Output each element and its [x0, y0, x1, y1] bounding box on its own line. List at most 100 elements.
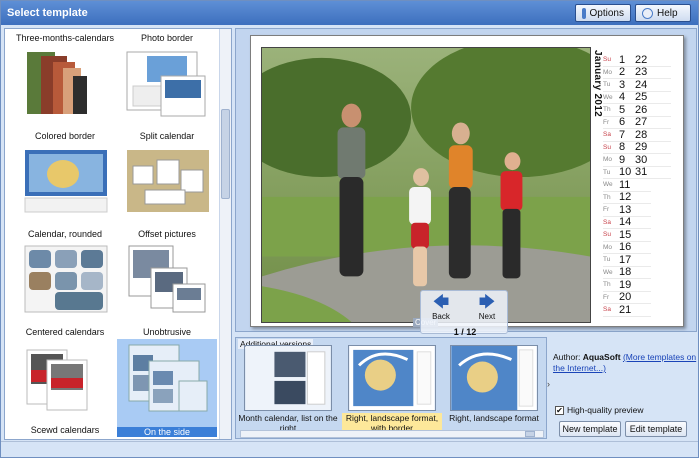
day-number: 22	[635, 53, 648, 66]
day-number: 12	[619, 191, 632, 204]
template-name: Calendar, rounded	[27, 229, 103, 239]
day-name: Tu	[603, 81, 611, 89]
template-info: Author: AquaSoft (More templates on the …	[553, 352, 697, 374]
day-name: Sa	[603, 218, 611, 226]
template-item[interactable]: Offset pictures	[117, 229, 217, 327]
help-icon	[642, 7, 653, 19]
template-thumbnail	[127, 150, 209, 212]
template-item[interactable]: Calendar, rounded	[15, 229, 115, 327]
template-item[interactable]: Photo border	[117, 33, 217, 131]
version-thumbnail	[348, 345, 436, 411]
day-name: We	[603, 93, 613, 101]
help-button[interactable]: Help	[635, 4, 691, 22]
day-name: Fr	[603, 118, 610, 126]
version-thumbnail	[450, 345, 538, 411]
page-counter: 1 / 12	[453, 327, 477, 337]
day-name: Th	[603, 281, 611, 289]
status-bar	[1, 441, 698, 457]
day-number: 24	[635, 78, 648, 91]
additional-versions-panel: Additional versions Month calendar, list…	[235, 337, 547, 439]
version-item[interactable]: Month calendar, list on the right	[238, 342, 338, 433]
day-number: 28	[635, 128, 648, 141]
day-name: We	[603, 181, 613, 189]
day-name: Sa	[603, 306, 611, 314]
arrow-right-icon: 🡆	[478, 294, 496, 311]
template-item[interactable]: Split calendar	[117, 131, 217, 229]
day-number: 31	[635, 166, 648, 179]
template-list-scrollbar[interactable]	[219, 29, 231, 439]
day-number: 26	[635, 103, 648, 116]
template-name: Colored border	[34, 131, 96, 141]
template-item[interactable]: Centered calendars	[15, 327, 115, 425]
template-list[interactable]: Three-months-calendars Photo border Colo…	[4, 28, 232, 440]
day-name: We	[603, 268, 613, 276]
template-item[interactable]: Colored border	[15, 131, 115, 229]
day-number: 1	[619, 53, 626, 66]
day-number: 30	[635, 153, 648, 166]
options-icon	[582, 7, 586, 19]
template-thumbnail	[27, 52, 87, 114]
edit-template-button[interactable]: Edit template	[625, 421, 687, 437]
help-label: Help	[657, 7, 678, 19]
template-name: Offset pictures	[138, 229, 196, 239]
calendar-column-2: 22 23 24 25 26 27 28 29 30 31	[635, 54, 671, 179]
day-number: 9	[619, 153, 626, 166]
author-prefix: Author:	[553, 352, 583, 362]
day-number: 16	[619, 241, 632, 254]
day-number: 21	[619, 303, 632, 316]
preview-area: January 2012 Su 1 Mo 2 Tu 3 We 4 Th 5 Fr 6 Sa 7…	[235, 28, 697, 337]
template-name: Photo border	[140, 33, 194, 43]
back-button[interactable]: 🡄 Back	[425, 294, 457, 324]
template-name: Three-months-calendars	[15, 33, 115, 43]
version-item-active[interactable]: Right, landscape format, with border	[342, 342, 442, 437]
chevron-right-icon[interactable]: ›	[547, 379, 550, 389]
scrollbar-thumb[interactable]	[525, 431, 535, 437]
day-number: 7	[619, 128, 626, 141]
new-template-button[interactable]: New template	[559, 421, 621, 437]
author-line: Author: AquaSoft (More templates on the …	[553, 352, 697, 374]
template-item[interactable]: Unobtrusive	[117, 327, 217, 339]
day-name: Mo	[603, 68, 613, 76]
day-number: 3	[619, 78, 626, 91]
day-number: 5	[619, 103, 626, 116]
day-number: 13	[619, 203, 632, 216]
day-number: 29	[635, 141, 648, 154]
high-quality-checkbox[interactable]: ✔	[555, 405, 564, 415]
version-thumbnail	[244, 345, 332, 411]
day-number: 4	[619, 91, 626, 104]
day-number: 15	[619, 228, 632, 241]
day-name: Fr	[603, 206, 610, 214]
template-item[interactable]: Scewd calendars	[15, 425, 115, 439]
day-name: Su	[603, 143, 611, 151]
template-name: Unobtrusive	[142, 327, 192, 337]
options-label: Options	[589, 7, 624, 19]
day-name: Tu	[603, 168, 611, 176]
template-thumbnail	[24, 150, 108, 213]
day-number: 8	[619, 141, 626, 154]
template-thumbnail	[126, 51, 206, 117]
day-number: 6	[619, 116, 626, 129]
high-quality-preview-option[interactable]: ✔ High-quality preview	[555, 405, 644, 415]
title-bar: Select template Options Help	[1, 1, 698, 25]
author-name: AquaSoft	[582, 352, 621, 362]
day-number: 23	[635, 66, 648, 79]
next-button[interactable]: 🡆 Next	[471, 294, 503, 324]
calendar-page-preview: January 2012 Su 1 Mo 2 Tu 3 We 4 Th 5 Fr 6 Sa 7…	[250, 35, 684, 327]
versions-scrollbar[interactable]	[240, 430, 544, 438]
options-button[interactable]: Options	[575, 4, 631, 22]
day-number: 18	[619, 266, 632, 279]
day-name: Th	[603, 106, 611, 114]
template-item-selected[interactable]: On the side	[117, 339, 217, 437]
arrow-left-icon: 🡄	[432, 294, 450, 311]
day-number: 17	[619, 253, 632, 266]
scrollbar-thumb[interactable]	[221, 109, 230, 199]
template-thumbnail	[128, 344, 208, 412]
template-name: Scewd calendars	[30, 425, 100, 435]
day-number: 14	[619, 216, 632, 229]
day-number: 2	[619, 66, 626, 79]
version-item[interactable]: Right, landscape format	[444, 342, 544, 426]
template-item[interactable]: Three-months-calendars	[15, 33, 115, 131]
day-name: Fr	[603, 293, 610, 301]
day-name: Tu	[603, 256, 611, 264]
calendar-month-title: January 2012	[592, 50, 603, 117]
